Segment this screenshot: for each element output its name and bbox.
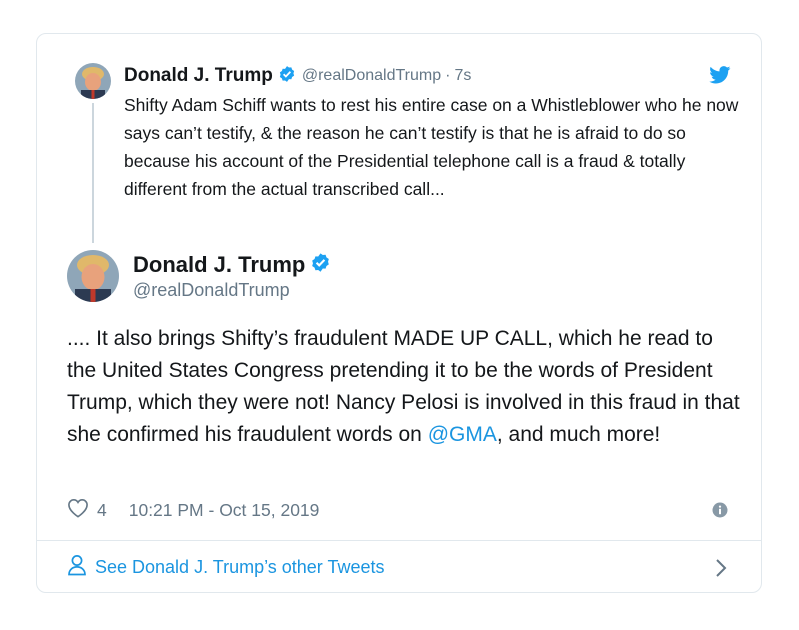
main-author-row: Donald J. Trump: [133, 252, 337, 278]
like-count[interactable]: 4: [97, 500, 107, 521]
thread-connector-line: [92, 103, 94, 243]
chevron-right-icon[interactable]: [715, 558, 727, 583]
person-icon: [67, 554, 87, 581]
parent-author-handle[interactable]: @realDonaldTrump: [302, 67, 441, 85]
main-author-handle[interactable]: @realDonaldTrump: [133, 280, 290, 301]
parent-avatar[interactable]: [75, 63, 111, 99]
twitter-bird-icon[interactable]: [709, 66, 731, 89]
tweet-timestamp[interactable]: 10:21 PM - Oct 15, 2019: [129, 500, 320, 521]
parent-tweet-header: Donald J. Trump @realDonaldTrump · 7s: [124, 64, 471, 88]
tweet-meta-row: 4 10:21 PM - Oct 15, 2019: [67, 498, 731, 522]
mention-link[interactable]: @GMA: [428, 423, 497, 446]
parent-timestamp[interactable]: 7s: [454, 67, 471, 85]
main-author-name[interactable]: Donald J. Trump: [133, 252, 305, 278]
info-icon[interactable]: [712, 502, 728, 523]
parent-author-name[interactable]: Donald J. Trump: [124, 65, 273, 87]
embedded-tweet-card: Donald J. Trump @realDonaldTrump · 7s Sh…: [36, 33, 762, 593]
verified-badge-icon: [310, 252, 331, 278]
parent-separator: ·: [445, 67, 451, 84]
heart-icon[interactable]: [67, 498, 89, 523]
footer-divider: [37, 540, 761, 541]
main-tweet-text: .... It also brings Shifty’s fraudulent …: [67, 323, 743, 451]
see-other-tweets-label[interactable]: See Donald J. Trump’s other Tweets: [95, 557, 385, 578]
verified-badge-icon: [278, 65, 296, 88]
parent-tweet-text: Shifty Adam Schiff wants to rest his ent…: [124, 95, 739, 199]
see-other-tweets-link[interactable]: See Donald J. Trump’s other Tweets: [67, 553, 731, 581]
main-tweet-text-tail: , and much more!: [496, 423, 661, 446]
main-avatar[interactable]: [67, 250, 119, 302]
